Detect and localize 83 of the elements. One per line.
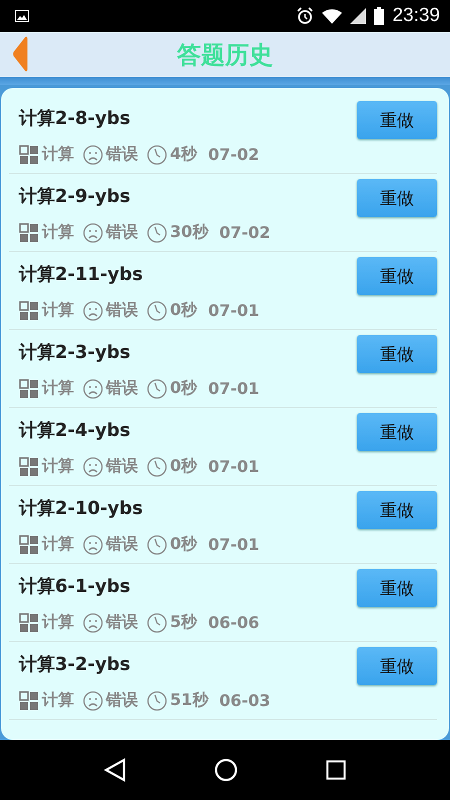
category-label: 计算 (42, 612, 74, 633)
page-title: 答题历史 (177, 40, 273, 70)
category-label: 计算 (42, 534, 74, 555)
result-label: 错误 (106, 612, 138, 633)
clock-icon (147, 612, 167, 632)
date-label: 07-01 (208, 379, 260, 398)
clock-icon (147, 534, 167, 554)
record-title: 计算2-11-ybs (19, 263, 144, 286)
clock-time: 23:39 (392, 5, 440, 27)
redo-button[interactable]: 重做 (357, 101, 437, 139)
result-label: 错误 (106, 300, 138, 321)
clock-icon (147, 300, 167, 320)
result-label: 错误 (106, 222, 138, 243)
clock-icon (147, 378, 167, 398)
sad-face-icon (83, 300, 103, 320)
grid-icon (19, 690, 39, 710)
duration-label: 5秒 (170, 612, 198, 633)
category-label: 计算 (42, 456, 74, 477)
date-label: 07-01 (208, 535, 260, 554)
result-label: 错误 (106, 456, 138, 477)
sad-face-icon (83, 534, 103, 554)
redo-button[interactable]: 重做 (357, 179, 437, 217)
duration-label: 0秒 (170, 456, 198, 477)
record-title: 计算2-8-ybs (19, 107, 132, 130)
grid-icon (19, 144, 39, 164)
result-label: 错误 (106, 534, 138, 555)
duration-label: 0秒 (170, 534, 198, 555)
record-title: 计算6-1-ybs (19, 575, 132, 598)
category-label: 计算 (42, 690, 74, 711)
category-label: 计算 (42, 222, 74, 243)
record-title: 计算2-3-ybs (19, 341, 132, 364)
result-label: 错误 (106, 690, 138, 711)
date-label: 07-01 (208, 457, 260, 476)
redo-button[interactable]: 重做 (357, 335, 437, 373)
category-label: 计算 (42, 300, 74, 321)
date-label: 06-06 (208, 613, 260, 632)
record-title: 计算2-4-ybs (19, 419, 132, 442)
record-title: 计算2-9-ybs (19, 185, 132, 208)
clock-icon (147, 690, 167, 710)
sad-face-icon (83, 612, 103, 632)
date-label: 07-02 (208, 145, 260, 164)
duration-label: 4秒 (170, 144, 198, 165)
category-label: 计算 (42, 144, 74, 165)
duration-label: 51秒 (170, 690, 208, 711)
record-title: 计算2-10-ybs (19, 497, 144, 520)
grid-icon (19, 456, 39, 476)
sad-face-icon (83, 144, 103, 164)
sad-face-icon (83, 378, 103, 398)
signal-icon (350, 8, 366, 24)
clock-icon (147, 222, 167, 242)
result-label: 错误 (106, 144, 138, 165)
sad-face-icon (83, 222, 103, 242)
grid-icon (19, 378, 39, 398)
alarm-icon (296, 7, 314, 25)
redo-button[interactable]: 重做 (357, 491, 437, 529)
category-label: 计算 (42, 378, 74, 399)
redo-button[interactable]: 重做 (357, 413, 437, 451)
grid-icon (19, 222, 39, 242)
date-label: 07-02 (219, 223, 270, 242)
clock-icon (147, 456, 167, 476)
grid-icon (19, 612, 39, 632)
back-arrow-icon (12, 36, 28, 72)
redo-button[interactable]: 重做 (357, 257, 437, 295)
date-label: 06-03 (219, 691, 270, 710)
duration-label: 30秒 (170, 222, 208, 243)
wifi-icon (322, 8, 342, 24)
back-icon[interactable] (104, 758, 126, 782)
sad-face-icon (83, 690, 103, 710)
recents-icon[interactable] (326, 760, 346, 780)
result-label: 错误 (106, 378, 138, 399)
redo-button[interactable]: 重做 (357, 569, 437, 607)
grid-icon (19, 534, 39, 554)
duration-label: 0秒 (170, 378, 198, 399)
battery-icon (374, 7, 384, 25)
grid-icon (19, 300, 39, 320)
clock-icon (147, 144, 167, 164)
image-icon (15, 10, 29, 22)
home-icon[interactable] (214, 758, 238, 782)
redo-button[interactable]: 重做 (357, 647, 437, 685)
sad-face-icon (83, 456, 103, 476)
date-label: 07-01 (208, 301, 260, 320)
duration-label: 0秒 (170, 300, 198, 321)
record-title: 计算3-2-ybs (19, 653, 132, 676)
